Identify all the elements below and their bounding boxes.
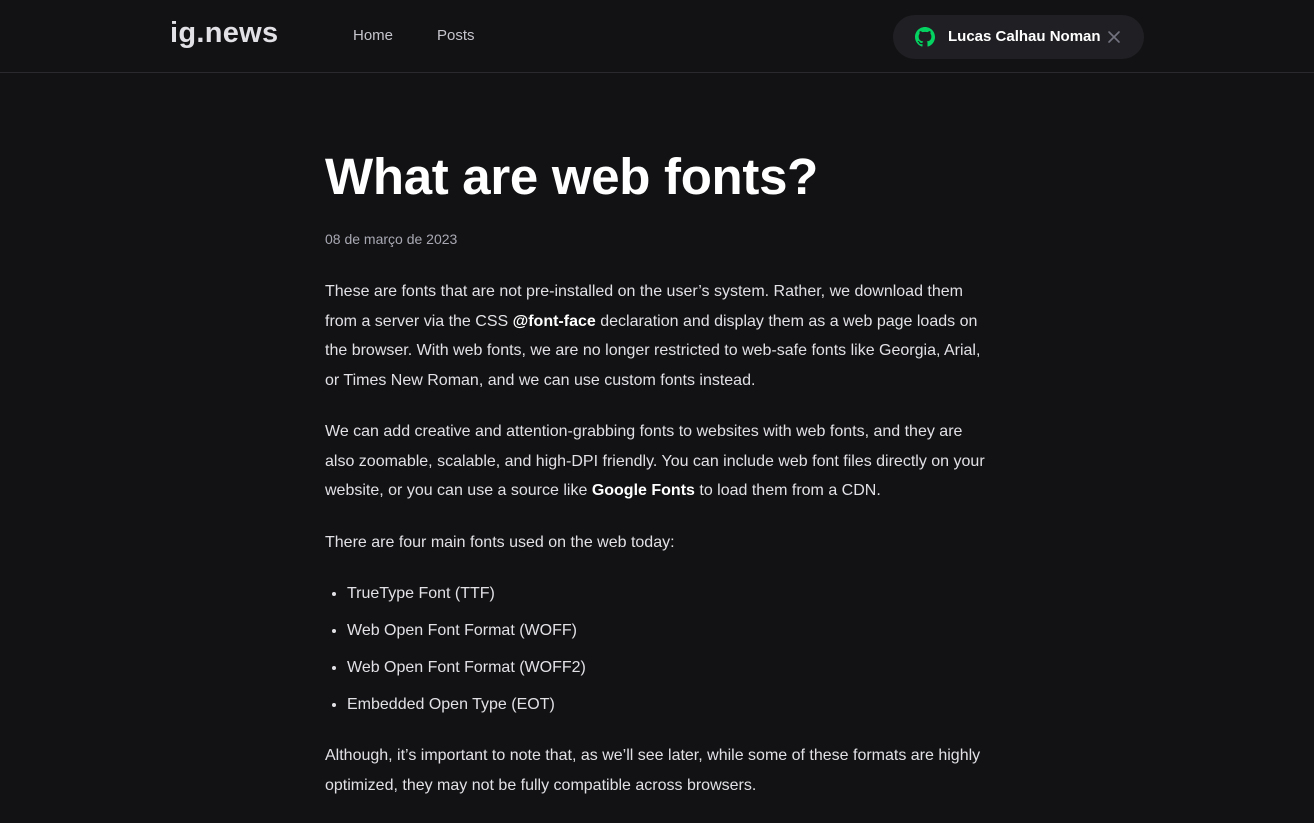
list-item: Web Open Font Format (WOFF2) [347,653,995,682]
paragraph-4: Although, it’s important to note that, a… [325,747,981,794]
github-user-button[interactable]: Lucas Calhau Noman [893,15,1144,59]
google-fonts-keyword: Google Fonts [591,482,695,499]
list-item: Embedded Open Type (EOT) [347,690,995,719]
post-date: 08 de março de 2023 [325,231,458,247]
close-icon[interactable] [1107,30,1121,44]
nav-posts-link[interactable]: Posts [437,27,475,44]
user-name: Lucas Calhau Noman [948,28,1101,45]
font-format-list: TrueType Font (TTF) Web Open Font Format… [325,579,995,719]
nav-home-link[interactable]: Home [353,27,393,44]
post-article: What are web fonts? 08 de março de 2023 … [325,143,995,822]
site-header: ig.news Home Posts Lucas Calhau Noman [0,0,1314,73]
paragraph-2: We can add creative and attention-grabbi… [325,423,985,499]
logo[interactable]: ig.news [170,17,278,50]
paragraph-3: There are four main fonts used on the we… [325,533,675,551]
list-item: Web Open Font Format (WOFF) [347,616,995,645]
paragraph-1: These are fonts that are not pre-install… [325,283,981,389]
post-title: What are web fonts? [325,148,818,205]
list-item: TrueType Font (TTF) [347,579,995,608]
font-face-keyword: @font-face [512,312,596,330]
post-content: These are fonts that are not pre-install… [325,277,995,800]
github-icon [915,27,935,47]
